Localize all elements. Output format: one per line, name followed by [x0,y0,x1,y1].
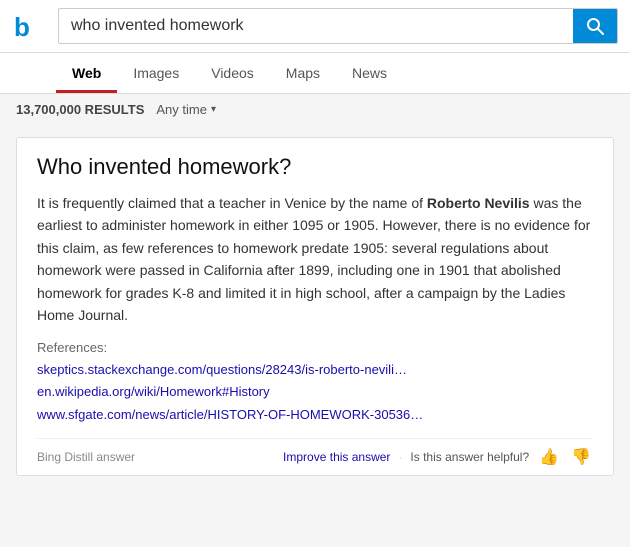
answer-body: It is frequently claimed that a teacher … [37,192,593,326]
search-input[interactable]: who invented homework [59,9,573,43]
search-button[interactable] [573,9,617,43]
references-label: References: [37,340,593,355]
name-highlight: Roberto Nevilis [427,195,530,211]
answer-title: Who invented homework? [37,154,593,180]
header: b who invented homework [0,0,630,53]
reference-link-1[interactable]: skeptics.stackexchange.com/questions/282… [37,359,593,381]
result-count: 13,700,000 RESULTS [16,102,144,117]
tab-maps[interactable]: Maps [270,53,336,93]
nav-tabs: Web Images Videos Maps News [0,53,630,94]
search-bar: who invented homework [58,8,618,44]
tab-web[interactable]: Web [56,53,117,93]
search-icon [586,17,604,35]
footer-right: Improve this answer · Is this answer hel… [283,447,593,467]
thumbs-up-button[interactable]: 👍 [537,447,561,467]
separator: · [398,450,402,464]
thumbs-down-button[interactable]: 👎 [569,447,593,467]
answer-card: Who invented homework? It is frequently … [16,137,614,476]
time-filter-label: Any time [156,102,207,117]
svg-text:b: b [14,12,30,42]
reference-link-3[interactable]: www.sfgate.com/news/article/HISTORY-OF-H… [37,404,593,426]
filter-bar: 13,700,000 RESULTS Any time ▾ [0,94,630,125]
time-filter-dropdown[interactable]: Any time ▾ [156,102,216,117]
improve-link[interactable]: Improve this answer [283,450,390,464]
tab-images[interactable]: Images [117,53,195,93]
distill-label: Bing Distill answer [37,450,135,464]
helpful-label: Is this answer helpful? [410,450,529,464]
chevron-down-icon: ▾ [211,104,216,115]
tab-videos[interactable]: Videos [195,53,270,93]
reference-link-2[interactable]: en.wikipedia.org/wiki/Homework#History [37,381,593,403]
tab-news[interactable]: News [336,53,403,93]
bing-logo: b [12,8,48,44]
references-section: References: skeptics.stackexchange.com/q… [37,340,593,425]
main-content: Who invented homework? It is frequently … [0,125,630,488]
card-footer: Bing Distill answer Improve this answer … [37,438,593,475]
